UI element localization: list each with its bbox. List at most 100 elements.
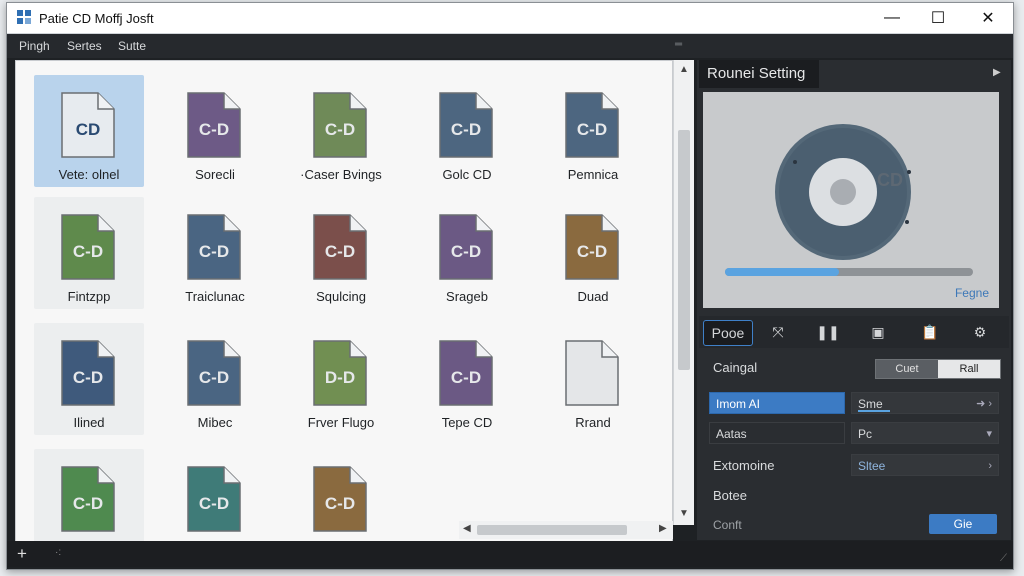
file-item[interactable]: C-D Fintzpp	[34, 197, 144, 309]
file-item[interactable]: C-D Golc CD	[412, 75, 522, 187]
file-item[interactable]: Rrand	[538, 323, 648, 435]
scroll-up-icon[interactable]: ▲	[674, 64, 694, 75]
file-item[interactable]: C-D Sorecli	[160, 75, 270, 187]
svg-text:C-D: C-D	[577, 120, 607, 139]
folder-dropdown-icon[interactable]: ▾	[986, 423, 992, 445]
scroll-thumb[interactable]	[678, 130, 690, 370]
conft-label: Conft	[713, 518, 742, 532]
file-label: Duad	[577, 289, 609, 304]
cd-file-icon: C-D	[60, 465, 116, 533]
file-label: Ilined	[73, 415, 105, 430]
value-field-text: Sme	[858, 397, 883, 411]
file-item[interactable]: C-DWarl	[34, 449, 144, 541]
minimize-button[interactable]: —	[875, 7, 909, 29]
menu-item-sertes[interactable]: Sertes	[67, 39, 102, 53]
scroll-left-icon[interactable]: ◀	[463, 523, 471, 534]
svg-text:C-D: C-D	[325, 494, 355, 513]
navigate-icon[interactable]: ➜ ›	[976, 393, 992, 415]
cd-file-icon: C-D	[60, 213, 116, 281]
setting-label: Caingal	[713, 360, 758, 375]
file-label: Frver Flugo	[307, 415, 375, 430]
menu-item-pingh[interactable]: Pingh	[19, 39, 50, 53]
file-item[interactable]: C-D Mibec	[160, 323, 270, 435]
file-item[interactable]: C-D Tepe CD	[412, 323, 522, 435]
panel-expand-icon[interactable]: ▶	[993, 67, 1001, 78]
mode-field[interactable]: Imom AI	[709, 392, 845, 414]
segment-control[interactable]: Cuet Rall	[875, 359, 1001, 379]
file-label: Traiclunac	[185, 289, 245, 304]
file-item[interactable]: C-DTiice	[286, 449, 396, 541]
svg-text:C-D: C-D	[451, 368, 481, 387]
cd-file-icon: C-D	[312, 465, 368, 533]
file-item[interactable]: CD Vete: olnel	[34, 75, 144, 187]
file-label: Sorecli	[195, 167, 235, 182]
file-label: Tepe CD	[441, 415, 493, 430]
file-label: Pemnica	[567, 167, 619, 182]
preview-progress-fill	[725, 268, 840, 276]
maximize-button[interactable]: ☐	[921, 7, 955, 29]
toolbar-tab-pooe[interactable]: Pooe	[703, 320, 753, 346]
grip-icon[interactable]: ═	[675, 40, 685, 50]
file-label: Srageb	[446, 289, 488, 304]
file-item[interactable]: C-D Pemnica	[538, 75, 648, 187]
app-window: Patie CD Moffj Josft — ☐ ✕ Pingh Sertes …	[6, 2, 1014, 570]
horizontal-scrollbar[interactable]: ◀ ▶	[459, 521, 673, 539]
file-item[interactable]: C-D Traiclunac	[160, 197, 270, 309]
scroll-down-icon[interactable]: ▼	[674, 508, 694, 519]
blank-file-icon	[564, 339, 620, 407]
file-grid: CD Vete: olnel C-D Sorecli C-D ·Caser Bvings C…	[15, 60, 673, 542]
cd-file-icon: C-D	[60, 339, 116, 407]
file-item[interactable]: C-D Srageb	[412, 197, 522, 309]
svg-text:D-D: D-D	[325, 368, 355, 387]
preview-label: CD	[877, 170, 903, 190]
clipboard-icon[interactable]: 📋	[917, 320, 943, 344]
chevron-right-icon[interactable]: ›	[988, 455, 992, 477]
cd-file-icon: C-D	[186, 213, 242, 281]
go-button[interactable]: Gie	[929, 514, 997, 534]
panel-title: Rounei Setting	[707, 65, 806, 82]
svg-text:C-D: C-D	[199, 368, 229, 387]
window-title: Patie CD Moffj Josft	[39, 11, 154, 26]
resize-grip-icon[interactable]: ⟋	[1000, 553, 1007, 564]
gear-icon[interactable]: ⚙	[967, 320, 993, 344]
sltee-field[interactable]: Sltee ›	[851, 454, 999, 476]
preview-link[interactable]: Fegne	[955, 286, 989, 300]
file-item[interactable]: C-D ·Caser Bvings	[286, 75, 396, 187]
add-button[interactable]: +	[17, 544, 27, 564]
hscroll-thumb[interactable]	[477, 525, 627, 535]
vertical-scrollbar[interactable]: ▲ ▼	[673, 60, 694, 525]
menu-item-sutte[interactable]: Sutte	[118, 39, 146, 53]
file-item[interactable]: D-D Frver Flugo	[286, 323, 396, 435]
cd-file-icon: C-D	[438, 339, 494, 407]
aatas-field[interactable]: Aatas	[709, 422, 845, 444]
menu-bar: Pingh Sertes Sutte ═	[7, 34, 1013, 58]
file-label: Vete: olnel	[58, 167, 120, 182]
panel-toolbar: Pooe ⤧ ❚❚ ▣ 📋 ⚙	[699, 316, 1009, 348]
cd-file-icon: C-D	[564, 213, 620, 281]
file-item[interactable]: C-D Ilined	[34, 323, 144, 435]
sltee-field-text: Sltee	[858, 459, 886, 473]
file-label: Fintzpp	[67, 289, 111, 304]
disc-preview: CD Fegne	[703, 92, 999, 308]
file-item[interactable]: C-DCompre	[160, 449, 270, 541]
file-item[interactable]: C-D Duad	[538, 197, 648, 309]
svg-text:CD: CD	[76, 120, 101, 139]
file-item[interactable]: C-D Squlcing	[286, 197, 396, 309]
botee-label: Botee	[713, 488, 747, 503]
pause-icon[interactable]: ❚❚	[815, 320, 841, 344]
window-icon[interactable]: ▣	[865, 320, 891, 344]
value-field[interactable]: Sme ➜ ›	[851, 392, 999, 414]
status-bar: + ·: ⟋	[7, 541, 1013, 567]
svg-text:C-D: C-D	[325, 120, 355, 139]
scroll-right-icon[interactable]: ▶	[659, 523, 667, 534]
segment-rall[interactable]: Rall	[938, 360, 1000, 378]
cd-file-icon: CD	[60, 91, 116, 159]
cd-file-icon: C-D	[564, 91, 620, 159]
close-button[interactable]: ✕	[971, 7, 1005, 29]
segment-cuet[interactable]: Cuet	[876, 360, 938, 378]
move-icon[interactable]: ⤧	[765, 320, 791, 344]
file-label: Rrand	[575, 415, 611, 430]
pc-dropdown[interactable]: Pc ▾	[851, 422, 999, 444]
disc-icon	[773, 122, 913, 267]
svg-text:C-D: C-D	[577, 242, 607, 261]
